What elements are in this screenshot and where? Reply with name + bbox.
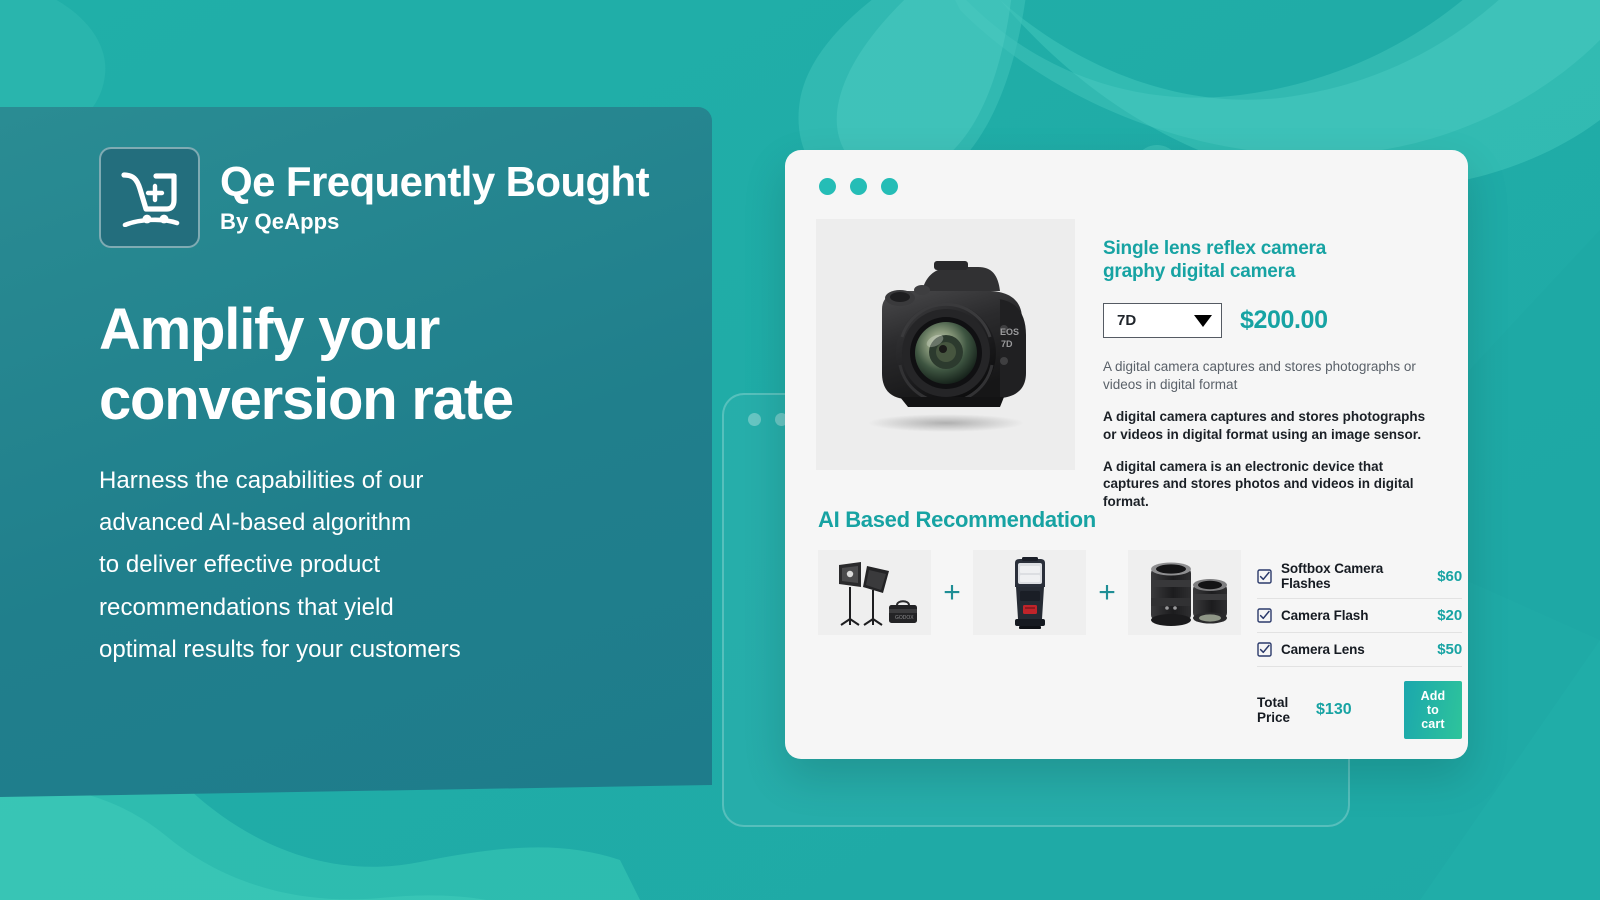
app-logo [99,147,200,248]
total-row: Total Price $130 Add to cart [1257,681,1463,739]
window-dot [850,178,867,195]
description-paragraph: A digital camera is an electronic device… [1103,458,1414,510]
checkbox-checked-icon[interactable] [1257,642,1272,657]
softbox-lighting-kit-icon: GODOX [838,561,917,626]
chevron-down-icon [1194,314,1212,327]
bundle-item-lens[interactable] [1128,550,1241,635]
shopping-cart-plus-icon [120,171,179,227]
ghost-dot [748,413,761,426]
product-title: Single lens reflex camera graphy digital… [1103,238,1327,283]
recommendation-row[interactable]: Softbox Camera Flashes $60 [1257,554,1463,599]
recommendation-price: $60 [1437,567,1463,585]
promo-banner: Qe Frequently Bought By QeApps Amplify y… [0,0,1600,900]
variant-value: 7D [1117,312,1137,330]
headline: Amplify your conversion rate [99,295,514,435]
svg-text:EOS: EOS [1000,327,1019,337]
product-card: EOS 7D Single lens reflex camera graphy … [785,150,1468,759]
camera-lenses-icon [1150,562,1227,626]
total-price-value: $130 [1316,701,1352,718]
recommendation-row[interactable]: Camera Lens $50 [1257,633,1463,667]
product-description: A digital camera captures and stores pho… [1103,358,1431,511]
subcopy-line: optimal results for your customers [99,635,461,663]
recommendation-price: $50 [1437,641,1463,658]
description-paragraph: A digital camera captures and stores pho… [1103,408,1426,442]
subcopy-line: advanced AI-based algorithm [99,509,412,537]
description-paragraph: A digital camera captures and stores pho… [1103,359,1416,393]
variant-select[interactable]: 7D [1103,303,1222,339]
variant-price-row: 7D $200.00 [1103,303,1436,339]
window-dot [819,178,836,195]
bundle-item-softbox[interactable]: GODOX [818,550,931,635]
checkbox-checked-icon[interactable] [1257,568,1272,584]
recommendation-heading: AI Based Recommendation [818,507,1096,532]
add-to-cart-button[interactable]: Add to cart [1403,681,1463,739]
recommendation-label: Camera Flash [1281,608,1369,623]
hero-subcopy: Harness the capabilities of our advanced… [99,460,461,671]
product-price: $200.00 [1240,306,1328,335]
subcopy-line: to deliver effective product [99,551,381,579]
recommendation-label: Camera Lens [1281,642,1365,657]
subcopy-line: recommendations that yield [99,593,394,621]
recommendation-section: GODOX + + Softbox Camera Flashes $60 Cam… [818,550,1463,739]
app-title: Qe Frequently Bought [220,158,650,206]
product-image: EOS 7D [816,219,1075,470]
subcopy-line: Harness the capabilities of our [99,467,424,494]
svg-text:GODOX: GODOX [895,615,914,621]
plus-separator: + [943,575,961,609]
product-section: EOS 7D Single lens reflex camera graphy … [816,219,1436,511]
plus-separator: + [1098,575,1116,609]
bundle-item-flash[interactable] [973,550,1086,635]
total-price-label: Total Price [1257,695,1291,725]
product-details: Single lens reflex camera graphy digital… [1103,219,1436,511]
svg-text:7D: 7D [1001,339,1013,349]
headline-line-2: conversion rate [99,367,514,433]
recommendation-label: Softbox Camera Flashes [1281,561,1384,591]
recommendation-price: $20 [1437,607,1463,624]
window-dot [881,178,898,195]
app-vendor: By QeApps [220,208,340,234]
ghost-window-dots [748,413,788,426]
dslr-camera-image: EOS 7D [868,261,1026,432]
checkbox-checked-icon[interactable] [1257,608,1272,623]
recommendation-row[interactable]: Camera Flash $20 [1257,599,1463,633]
bundle-thumbnails: GODOX + + [818,550,1241,635]
speedlite-flash-icon [1014,556,1045,629]
headline-line-1: Amplify your [99,297,440,362]
recommendation-list: Softbox Camera Flashes $60 Camera Flash … [1257,554,1463,739]
brand-header: Qe Frequently Bought By QeApps [99,147,650,248]
window-dots [819,178,898,195]
